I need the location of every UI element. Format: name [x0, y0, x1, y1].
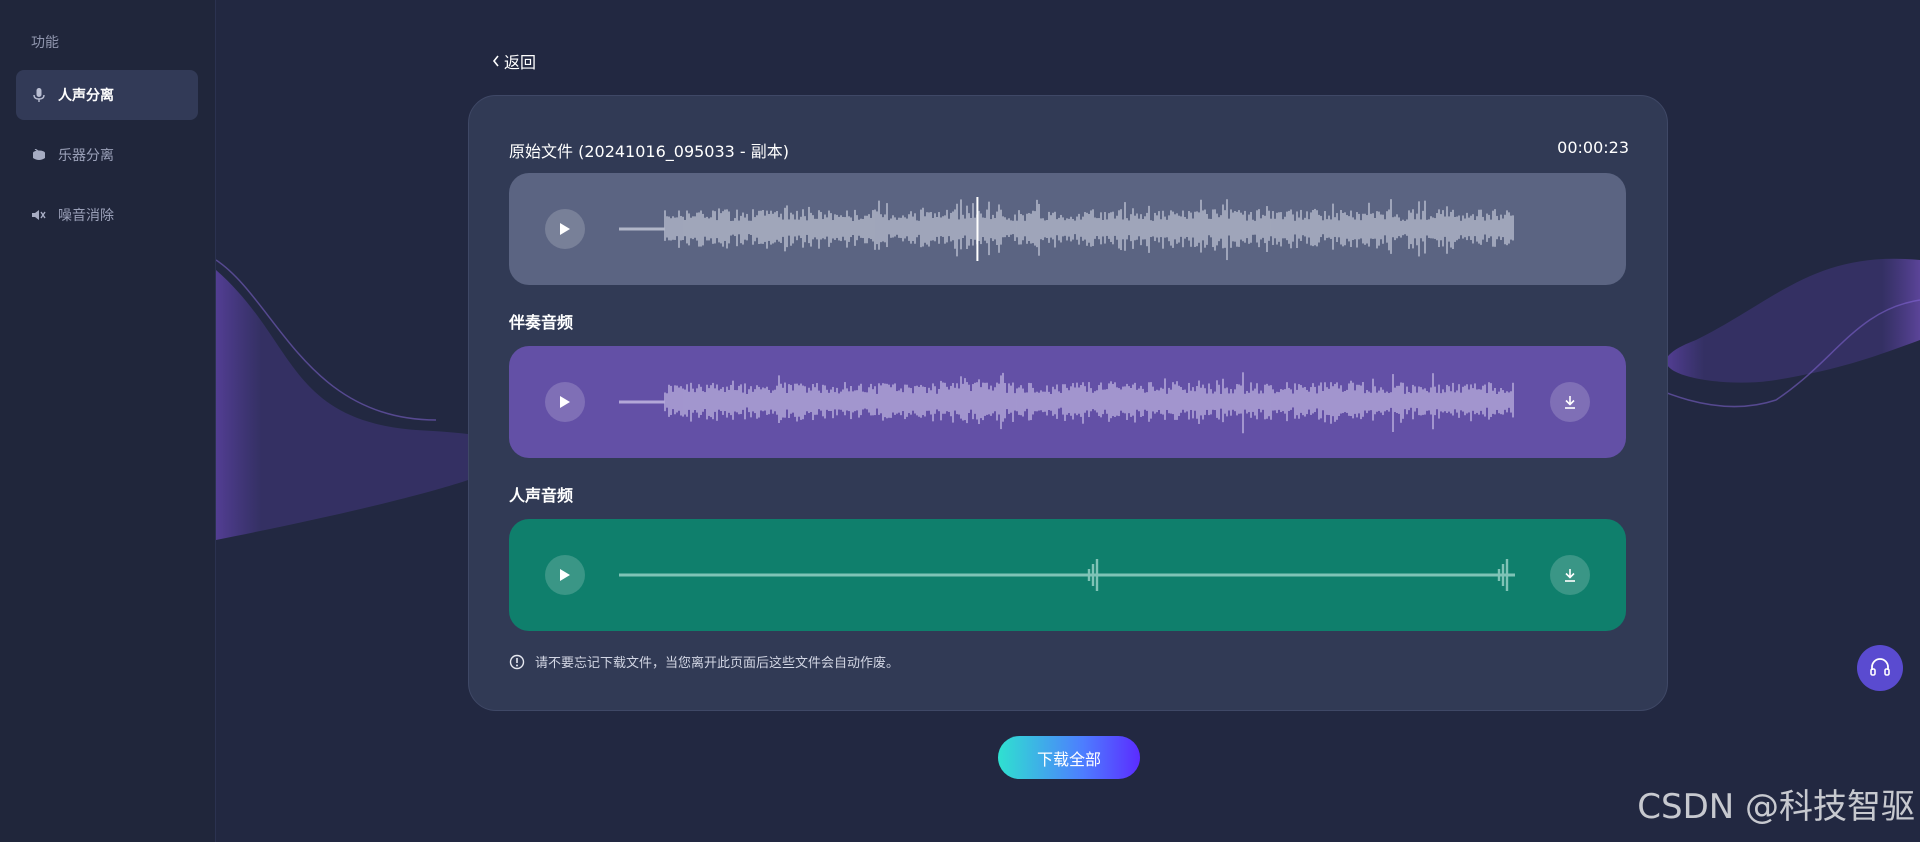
sidebar: 功能 人声分离 乐器分离 噪音消除 — [0, 0, 216, 842]
accompaniment-label: 伴奏音频 — [509, 313, 574, 332]
play-icon — [560, 396, 570, 408]
back-label: 返回 — [504, 53, 537, 72]
accompaniment-download-button[interactable] — [1550, 382, 1590, 422]
original-file-duration: 00:00:23 — [1557, 138, 1629, 157]
sidebar-item-label: 噪音消除 — [58, 208, 114, 224]
accompaniment-play-button[interactable] — [545, 382, 585, 422]
sidebar-menu: 人声分离 乐器分离 噪音消除 — [16, 70, 198, 250]
play-icon — [560, 223, 570, 235]
headset-icon — [1870, 658, 1890, 676]
original-waveform[interactable] — [619, 197, 1515, 261]
notice-text: 请不要忘记下载文件，当您离开此页面后这些文件会自动作废。 — [535, 656, 900, 671]
watermark: CSDN @科技智驱 — [1637, 787, 1915, 827]
vocal-track — [509, 519, 1626, 631]
vocal-label: 人声音频 — [509, 486, 574, 505]
app: 功能 人声分离 乐器分离 噪音消除 返回 原始文件 (20241016_0950… — [0, 0, 1920, 842]
sidebar-item-instrument-separation[interactable]: 乐器分离 — [16, 130, 198, 180]
info-icon — [509, 654, 525, 669]
original-track — [509, 173, 1626, 285]
drum-icon — [32, 148, 46, 162]
back-button[interactable]: 返回 — [492, 49, 536, 73]
original-play-button[interactable] — [545, 209, 585, 249]
accompaniment-track — [509, 346, 1626, 458]
customer-support-button[interactable] — [1857, 645, 1903, 691]
download-icon — [1565, 569, 1575, 582]
play-icon — [560, 569, 570, 581]
notice: 请不要忘记下载文件，当您离开此页面后这些文件会自动作废。 — [509, 652, 899, 671]
sidebar-item-label: 人声分离 — [58, 88, 114, 104]
vocal-play-button[interactable] — [545, 555, 585, 595]
sidebar-item-vocal-separation[interactable]: 人声分离 — [16, 70, 198, 120]
download-icon — [1565, 396, 1575, 409]
sidebar-item-noise-removal[interactable]: 噪音消除 — [16, 190, 198, 240]
sidebar-title: 功能 — [31, 35, 59, 51]
download-all-button[interactable]: 下载全部 — [998, 736, 1140, 779]
vocal-download-button[interactable] — [1550, 555, 1590, 595]
noise-reduction-icon — [32, 208, 46, 222]
original-file-header: 原始文件 (20241016_095033 - 副本) 00:00:23 — [509, 138, 1629, 162]
microphone-icon — [32, 88, 46, 102]
chevron-left-icon — [492, 52, 500, 71]
sidebar-item-label: 乐器分离 — [58, 148, 114, 164]
vocal-waveform[interactable] — [619, 543, 1515, 607]
original-file-title: 原始文件 (20241016_095033 - 副本) — [509, 142, 790, 161]
accompaniment-waveform[interactable] — [619, 370, 1515, 434]
result-card: 原始文件 (20241016_095033 - 副本) 00:00:23 伴奏音… — [468, 95, 1668, 711]
